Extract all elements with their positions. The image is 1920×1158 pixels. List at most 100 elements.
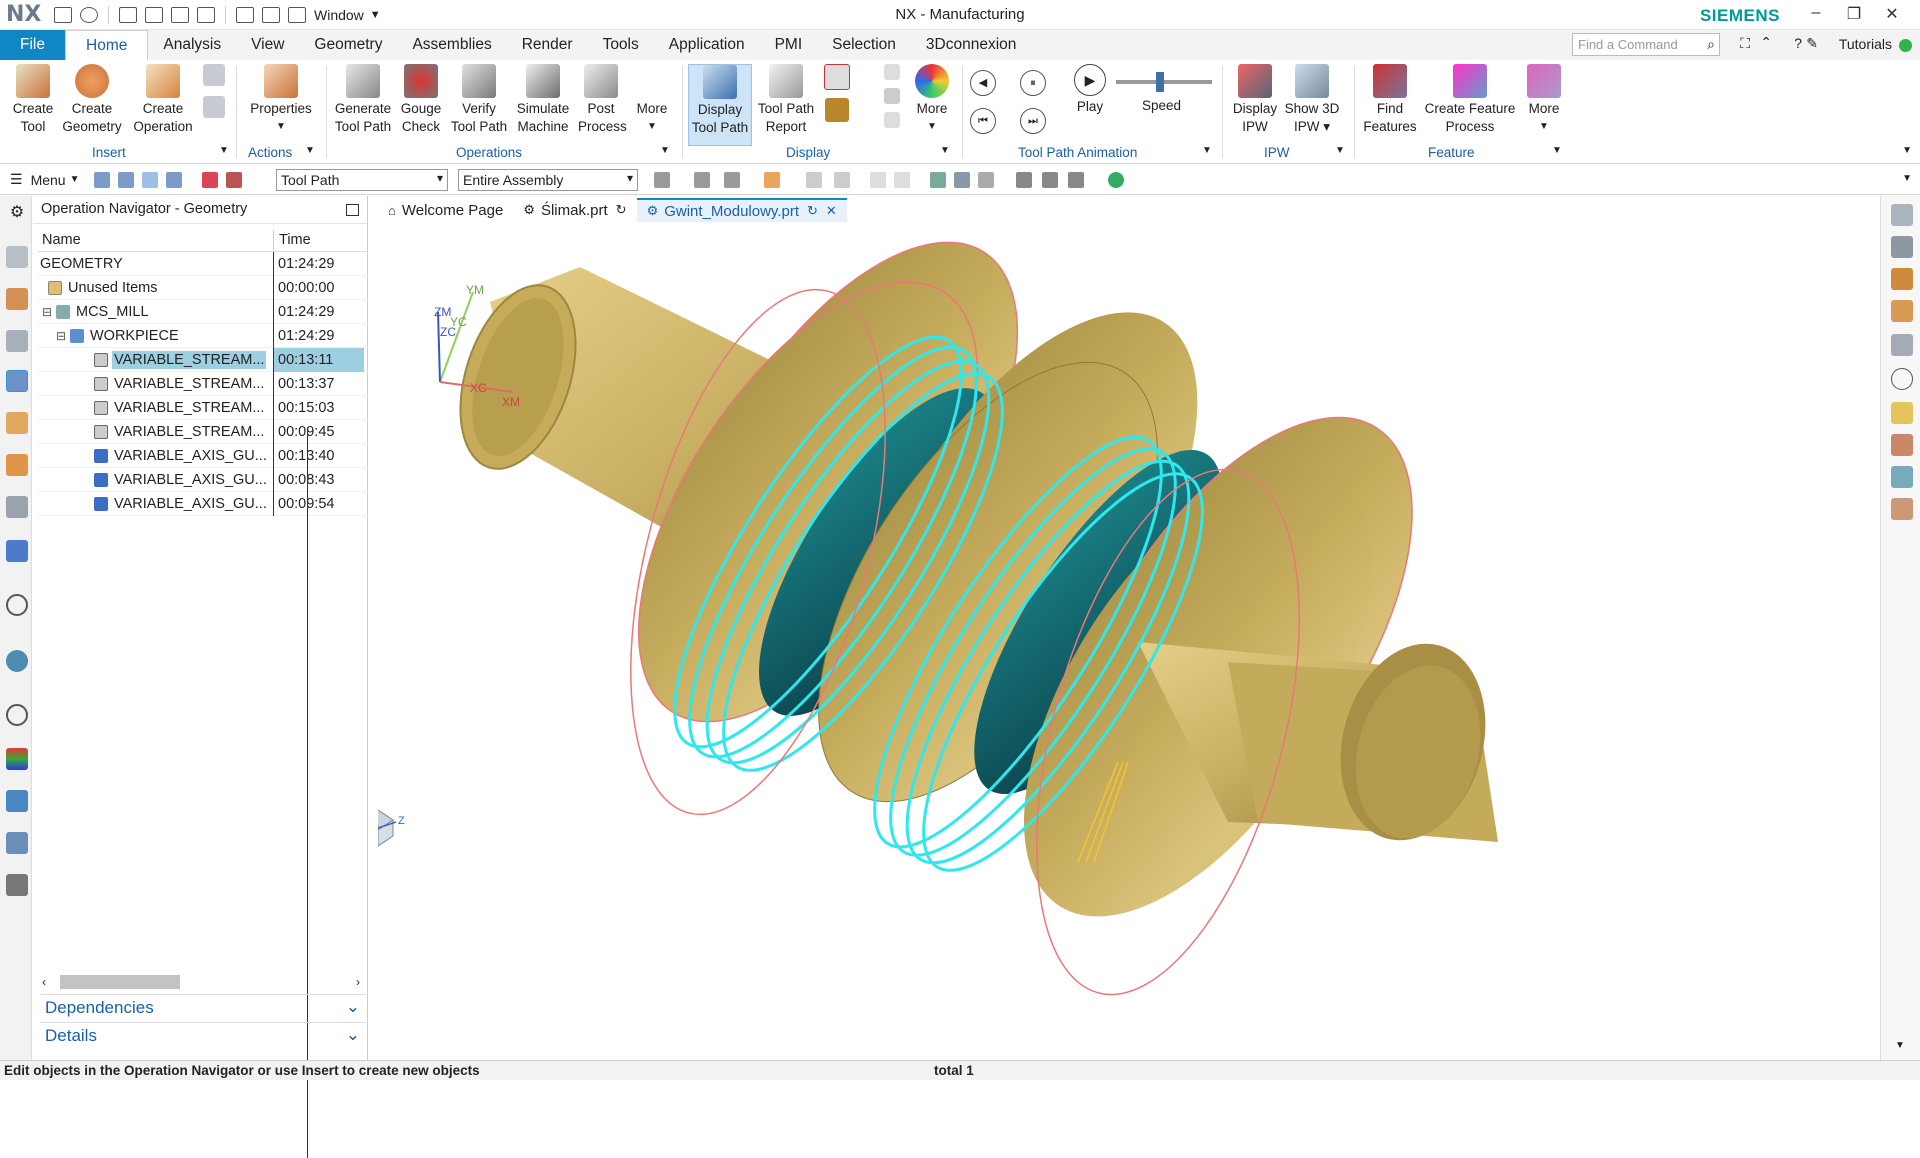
operation-navigator-icon[interactable] — [6, 370, 28, 392]
repeat-command-icon[interactable] — [197, 6, 215, 23]
orient-icon[interactable] — [1891, 268, 1913, 290]
window-icon[interactable] — [288, 6, 306, 23]
select-icon[interactable] — [93, 171, 110, 188]
settings-icon[interactable]: ⚙ — [6, 202, 28, 224]
tab-geometry[interactable]: Geometry — [299, 30, 397, 60]
tab-3dconnexion[interactable]: 3Dconnexion — [911, 30, 1031, 60]
switch-window-icon[interactable] — [262, 6, 280, 23]
reuse-library-icon[interactable] — [6, 496, 28, 518]
restore-button[interactable]: ❐ — [1840, 4, 1868, 24]
assembly-navigator-icon[interactable] — [6, 246, 28, 268]
snap-icon[interactable] — [225, 171, 242, 188]
chevron-down-icon[interactable]: ▼ — [305, 145, 315, 156]
dependencies-panel[interactable]: Dependencies ⌄ — [41, 994, 366, 1020]
minimize-button[interactable]: – — [1802, 4, 1830, 22]
part-model-view[interactable]: YM YC ZM ZC XC XM X Z Y — [378, 222, 1878, 1060]
tab-slimak-part[interactable]: ⚙ Ślimak.prt ↻ — [513, 198, 636, 222]
table-row[interactable]: ⊟ WORKPIECE 01:24:29 — [38, 323, 368, 348]
show-wcs-icon[interactable] — [954, 172, 970, 188]
collapse-icon[interactable]: ⊟ — [42, 305, 54, 319]
table-row[interactable]: VARIABLE_STREAM... 00:09:45 — [38, 419, 368, 444]
generate-tool-path-button[interactable]: Generate Tool Path — [330, 64, 396, 136]
fast-forward-button[interactable]: ⏭ — [1020, 108, 1046, 134]
simulate-machine-button[interactable]: Simulate Machine — [514, 64, 572, 136]
tab-home[interactable]: Home — [65, 30, 149, 60]
verify-tool-path-button[interactable]: Verify Tool Path — [448, 64, 510, 136]
type-filter-select[interactable]: Tool Path — [276, 169, 448, 191]
tab-file[interactable]: File — [0, 30, 65, 60]
display-tool-path-button[interactable]: Display Tool Path — [688, 64, 752, 146]
filter-icon[interactable] — [201, 171, 218, 188]
touch-mode-icon[interactable] — [236, 6, 254, 23]
scroll-left-icon[interactable]: ‹ — [42, 975, 46, 989]
table-row[interactable]: VARIABLE_STREAM... 00:13:11 — [38, 347, 368, 372]
post-process-button[interactable]: Post Process — [578, 64, 627, 136]
grid-icon[interactable] — [894, 172, 910, 188]
ipw-icon[interactable] — [1891, 466, 1913, 488]
edit-tool-icon[interactable] — [1891, 434, 1913, 456]
insert-extra-button[interactable] — [200, 64, 228, 120]
right-toolbar-options-icon[interactable]: ▼ — [1895, 1040, 1905, 1051]
collapse-icon[interactable]: ⊟ — [56, 329, 68, 343]
star-icon[interactable] — [1891, 402, 1913, 424]
view-orient-icon[interactable] — [1016, 172, 1032, 188]
table-row[interactable]: VARIABLE_STREAM... 00:13:37 — [38, 371, 368, 396]
command-finder-input[interactable]: Find a Command — [1572, 33, 1720, 56]
create-feature-process-button[interactable]: Create Feature Process — [1422, 64, 1518, 136]
speed-slider[interactable] — [1116, 72, 1212, 92]
more-display-button[interactable]: More ▼ — [910, 64, 954, 136]
replay-icon[interactable] — [1891, 368, 1913, 390]
box-icon[interactable] — [834, 172, 850, 188]
create-tool-button[interactable]: Create Tool — [8, 64, 58, 136]
tool-path-report-button[interactable]: Tool Path Report — [754, 64, 818, 136]
chevron-down-icon[interactable]: ▼ — [70, 174, 80, 185]
tab-view[interactable]: View — [236, 30, 299, 60]
general-selection-icon[interactable] — [654, 172, 670, 188]
collapse-ribbon-icon[interactable]: ⌃ — [1760, 34, 1772, 51]
chevron-down-icon[interactable]: ⌄ — [346, 1025, 360, 1045]
history-icon[interactable] — [6, 650, 28, 672]
tutorials-icon[interactable]: ✎ — [1806, 35, 1818, 52]
table-row[interactable]: VARIABLE_AXIS_GU... 00:08:43 — [38, 467, 368, 492]
hd3d-icon[interactable] — [6, 540, 28, 562]
machine-tool-icon[interactable] — [1891, 236, 1913, 258]
search-icon[interactable]: ⌕ — [1707, 36, 1715, 53]
table-row[interactable]: Unused Items 00:00:00 — [38, 275, 368, 300]
tab-selection[interactable]: Selection — [817, 30, 911, 60]
cut-icon[interactable] — [119, 6, 137, 23]
ipw-toggle-icon[interactable] — [870, 172, 886, 188]
feature-navigator-icon[interactable] — [6, 454, 28, 476]
tab-pmi[interactable]: PMI — [760, 30, 818, 60]
toolbar-options-icon[interactable]: ▼ — [1902, 173, 1912, 184]
show-3d-ipw-button[interactable]: Show 3D IPW ▾ — [1282, 64, 1342, 136]
part-navigator-icon[interactable] — [6, 330, 28, 352]
selection-intent-icon[interactable] — [694, 172, 710, 188]
snap-settings-icon[interactable] — [806, 172, 822, 188]
menu-button[interactable]: Menu — [31, 172, 66, 188]
chevron-down-icon[interactable]: ▼ — [1552, 145, 1562, 156]
tab-tools[interactable]: Tools — [588, 30, 654, 60]
undo-icon[interactable] — [80, 6, 98, 23]
scope-select[interactable]: Entire Assembly — [458, 169, 638, 191]
system-materials-icon[interactable] — [6, 790, 28, 812]
display-small-buttons[interactable] — [880, 64, 904, 130]
close-tab-icon[interactable]: ✕ — [826, 203, 837, 219]
column-time-header[interactable]: Time — [274, 230, 316, 251]
tab-assemblies[interactable]: Assemblies — [397, 30, 506, 60]
select-face-icon[interactable] — [141, 171, 158, 188]
roles-icon[interactable] — [6, 748, 28, 770]
web-browser-icon[interactable] — [6, 594, 28, 616]
find-features-button[interactable]: Find Features — [1362, 64, 1418, 136]
curve-rule-icon[interactable] — [724, 172, 740, 188]
table-row[interactable]: VARIABLE_AXIS_GU... 00:09:54 — [38, 491, 368, 516]
tab-analysis[interactable]: Analysis — [148, 30, 236, 60]
percent-icon[interactable] — [978, 172, 994, 188]
paste-icon[interactable] — [171, 6, 189, 23]
method-icon[interactable] — [1891, 334, 1913, 356]
tool-path-toggle-icon[interactable] — [1891, 204, 1913, 226]
save-icon[interactable] — [54, 6, 72, 23]
scrollbar-thumb[interactable] — [60, 975, 180, 989]
details-panel[interactable]: Details ⌄ — [41, 1022, 366, 1048]
more-operations-button[interactable]: More ▼ — [630, 64, 674, 136]
properties-button[interactable]: Properties ▼ — [244, 64, 318, 136]
